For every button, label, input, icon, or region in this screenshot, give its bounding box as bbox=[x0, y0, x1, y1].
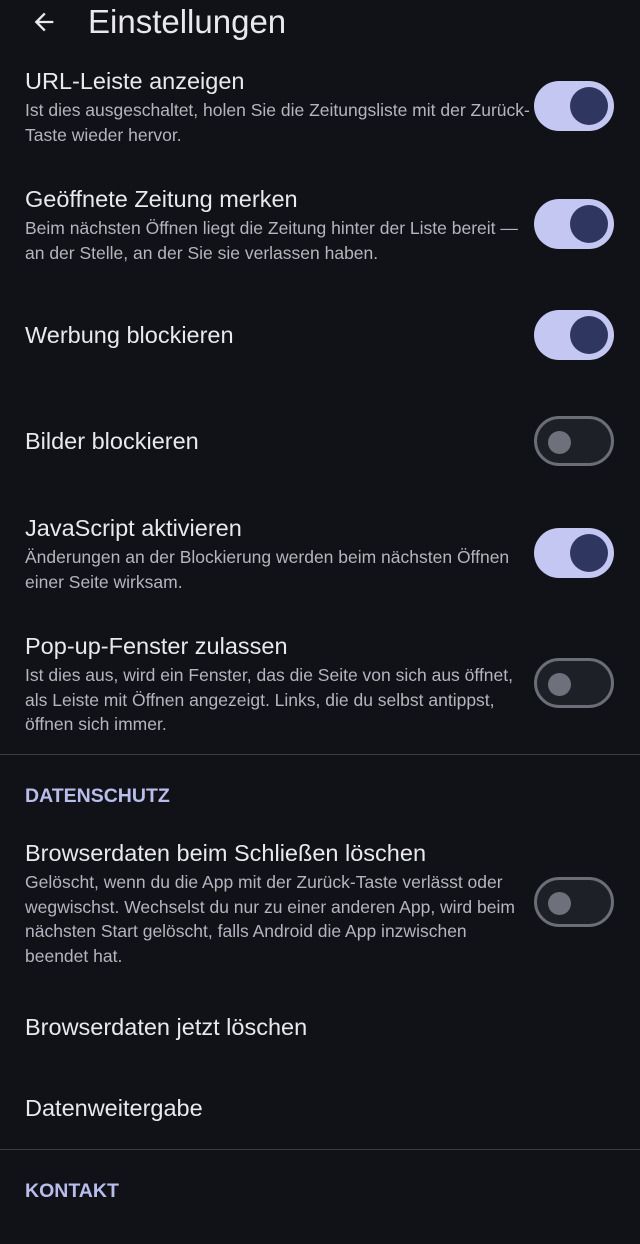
setting-remember-newspaper[interactable]: Geöffnete Zeitung merken Beim nächsten Ö… bbox=[0, 178, 640, 278]
url-bar-toggle[interactable] bbox=[534, 81, 614, 131]
setting-title: JavaScript aktivieren bbox=[25, 515, 242, 541]
allow-popups-toggle[interactable] bbox=[534, 658, 614, 708]
setting-block-ads[interactable]: Werbung blockieren bbox=[0, 296, 640, 376]
page-title: Einstellungen bbox=[88, 3, 287, 40]
setting-javascript[interactable]: JavaScript aktivieren Änderungen an der … bbox=[0, 507, 640, 607]
divider bbox=[0, 1149, 640, 1150]
top-app-bar: Einstellungen bbox=[0, 0, 640, 46]
setting-description: Gelöscht, wenn du die App mit der Zurück… bbox=[25, 872, 515, 966]
setting-title: URL-Leiste anzeigen bbox=[25, 68, 245, 94]
setting-title: Geöffnete Zeitung merken bbox=[25, 186, 298, 212]
clear-on-close-toggle[interactable] bbox=[534, 877, 614, 927]
setting-url-bar[interactable]: URL-Leiste anzeigen Ist dies ausgeschalt… bbox=[0, 60, 640, 160]
toggle-knob bbox=[548, 892, 571, 915]
toggle-knob bbox=[548, 431, 571, 454]
setting-description: Ist dies ausgeschaltet, holen Sie die Ze… bbox=[25, 100, 530, 145]
setting-allow-popups[interactable]: Pop-up-Fenster zulassen Ist dies aus, wi… bbox=[0, 625, 640, 745]
toggle-knob bbox=[570, 316, 608, 354]
back-button[interactable] bbox=[24, 4, 64, 40]
toggle-knob bbox=[570, 205, 608, 243]
toggle-knob bbox=[548, 673, 571, 696]
setting-clear-on-close[interactable]: Browserdaten beim Schließen löschen Gelö… bbox=[0, 832, 640, 977]
setting-description: Beim nächsten Öffnen liegt die Zeitung h… bbox=[25, 218, 518, 263]
item-title: Browserdaten jetzt löschen bbox=[25, 1014, 308, 1040]
setting-description: Änderungen an der Blockierung werden bei… bbox=[25, 547, 510, 592]
arrow-left-icon bbox=[34, 12, 54, 32]
setting-title: Pop-up-Fenster zulassen bbox=[25, 633, 288, 659]
setting-title: Bilder blockieren bbox=[25, 428, 199, 454]
setting-title: Browserdaten beim Schließen löschen bbox=[25, 840, 427, 866]
clear-data-now-item[interactable]: Browserdaten jetzt löschen bbox=[0, 995, 640, 1061]
divider bbox=[0, 754, 640, 755]
item-title: Datenweitergabe bbox=[25, 1095, 203, 1121]
setting-block-images[interactable]: Bilder blockieren bbox=[0, 400, 640, 480]
data-sharing-item[interactable]: Datenweitergabe bbox=[0, 1077, 640, 1143]
toggle-knob bbox=[570, 87, 608, 125]
section-header-privacy: DATENSCHUTZ bbox=[25, 785, 170, 807]
remember-newspaper-toggle[interactable] bbox=[534, 199, 614, 249]
block-images-toggle[interactable] bbox=[534, 416, 614, 466]
javascript-toggle[interactable] bbox=[534, 528, 614, 578]
toggle-knob bbox=[570, 534, 608, 572]
setting-title: Werbung blockieren bbox=[25, 322, 234, 348]
section-header-contact: KONTAKT bbox=[25, 1180, 119, 1202]
setting-description: Ist dies aus, wird ein Fenster, das die … bbox=[25, 665, 514, 734]
block-ads-toggle[interactable] bbox=[534, 310, 614, 360]
